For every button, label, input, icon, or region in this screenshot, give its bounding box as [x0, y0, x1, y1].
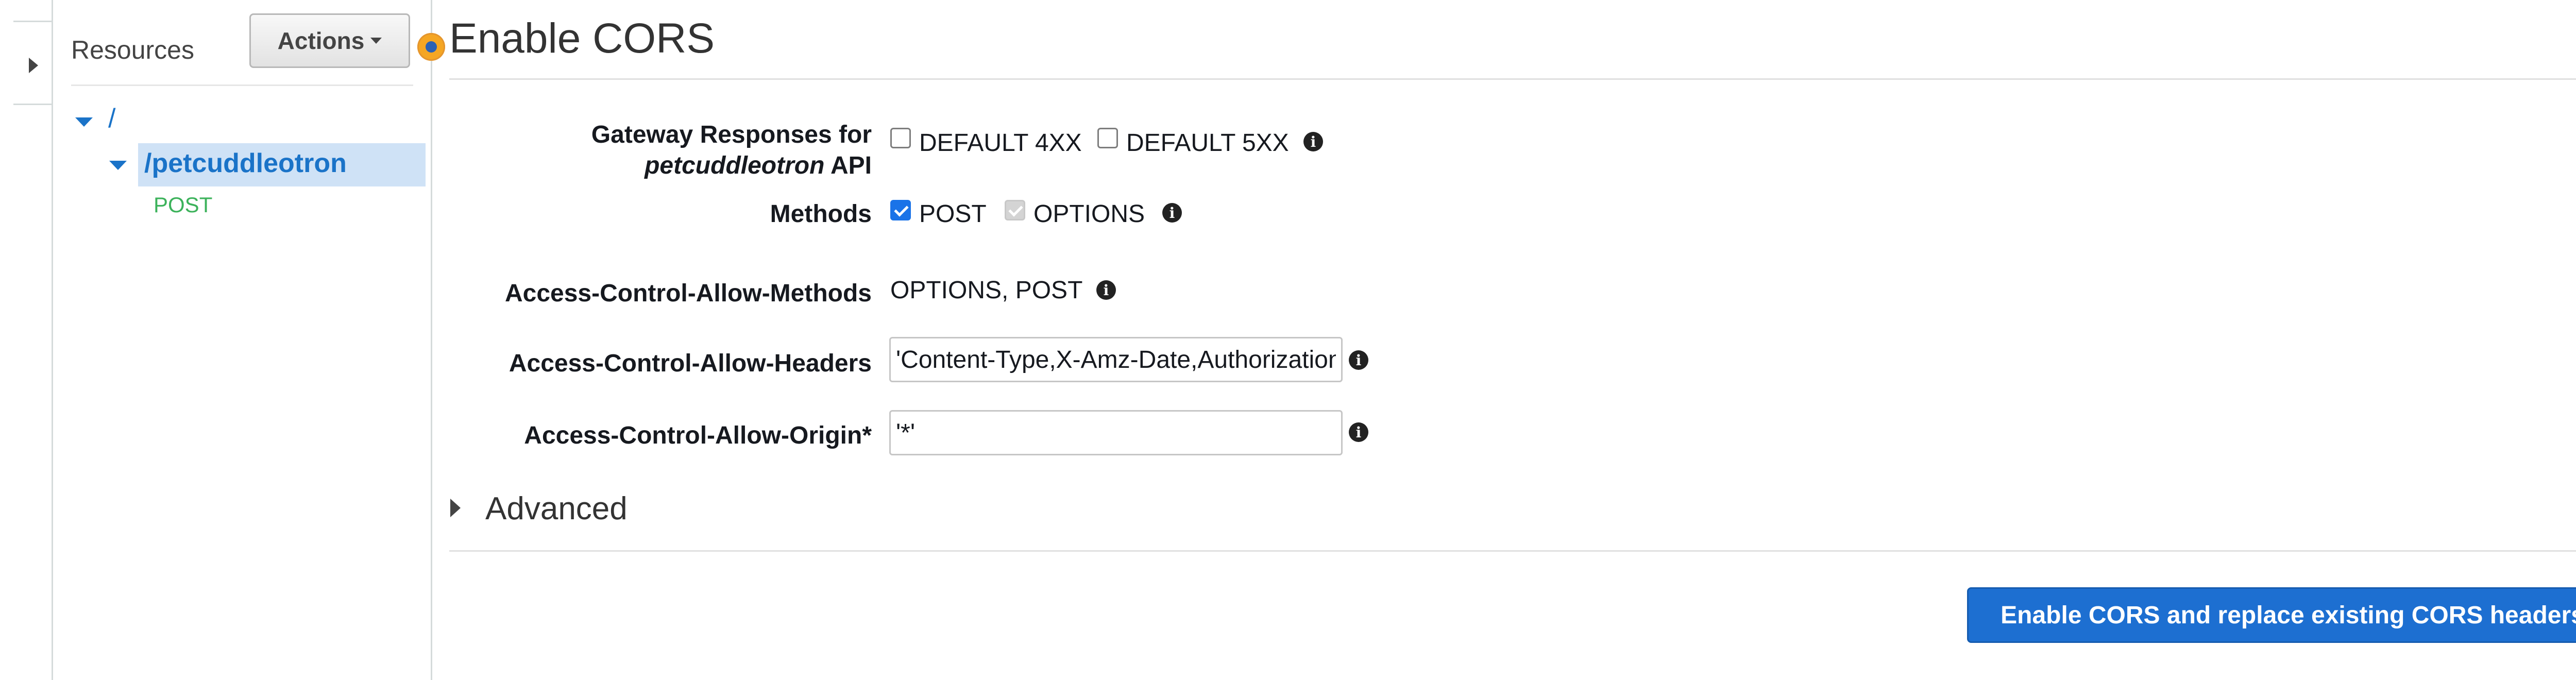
info-icon[interactable]: i	[1349, 350, 1368, 370]
allow-origin-label: Access-Control-Allow-Origin*	[524, 422, 872, 449]
title-divider	[449, 78, 2576, 80]
panel-divider[interactable]	[431, 0, 432, 680]
default-4xx-checkbox[interactable]	[890, 128, 911, 148]
info-icon[interactable]: i	[1096, 280, 1116, 300]
advanced-divider	[449, 550, 2576, 552]
resources-title: Resources	[71, 36, 194, 64]
allow-methods-value: OPTIONS, POST	[890, 277, 1083, 304]
advanced-toggle[interactable]: Advanced	[485, 490, 628, 527]
default-5xx-checkbox[interactable]	[1097, 128, 1118, 148]
default-4xx-label: DEFAULT 4XX	[919, 129, 1082, 157]
chevron-right-icon[interactable]	[450, 499, 461, 517]
options-method-checkbox	[1005, 200, 1025, 220]
chevron-right-icon[interactable]	[29, 58, 38, 73]
methods-label: Methods	[770, 200, 872, 228]
tree-item-petcuddleotron[interactable]: /petcuddleotron	[144, 148, 347, 179]
page-title: Enable CORS	[449, 15, 715, 62]
info-icon[interactable]: i	[1162, 203, 1182, 223]
caret-down-icon	[370, 38, 382, 44]
tree-expand-icon[interactable]	[75, 117, 93, 127]
enable-cors-button[interactable]: Enable CORS and replace existing CORS he…	[1967, 587, 2576, 643]
allow-headers-input[interactable]	[889, 337, 1343, 382]
tree-item-root[interactable]: /	[108, 103, 115, 134]
info-icon[interactable]: i	[1303, 132, 1323, 151]
allow-headers-label: Access-Control-Allow-Headers	[509, 350, 872, 377]
actions-button-label: Actions	[277, 27, 365, 54]
api-name: petcuddleotron	[645, 152, 825, 179]
focus-marker-center	[426, 41, 437, 53]
info-icon[interactable]: i	[1349, 422, 1368, 442]
sidebar-border	[52, 0, 53, 680]
tree-item-post-method[interactable]: POST	[154, 193, 212, 217]
gateway-responses-label: Gateway Responses for petcuddleotron API	[591, 121, 872, 179]
actions-button[interactable]: Actions	[249, 13, 410, 68]
allow-origin-input[interactable]	[889, 410, 1343, 455]
default-5xx-label: DEFAULT 5XX	[1126, 129, 1289, 157]
resources-divider	[71, 84, 413, 86]
allow-methods-label: Access-Control-Allow-Methods	[504, 280, 872, 307]
post-method-label: POST	[919, 200, 987, 228]
post-method-checkbox[interactable]	[890, 200, 911, 220]
tree-expand-icon[interactable]	[109, 161, 127, 170]
options-method-label: OPTIONS	[1033, 200, 1145, 228]
